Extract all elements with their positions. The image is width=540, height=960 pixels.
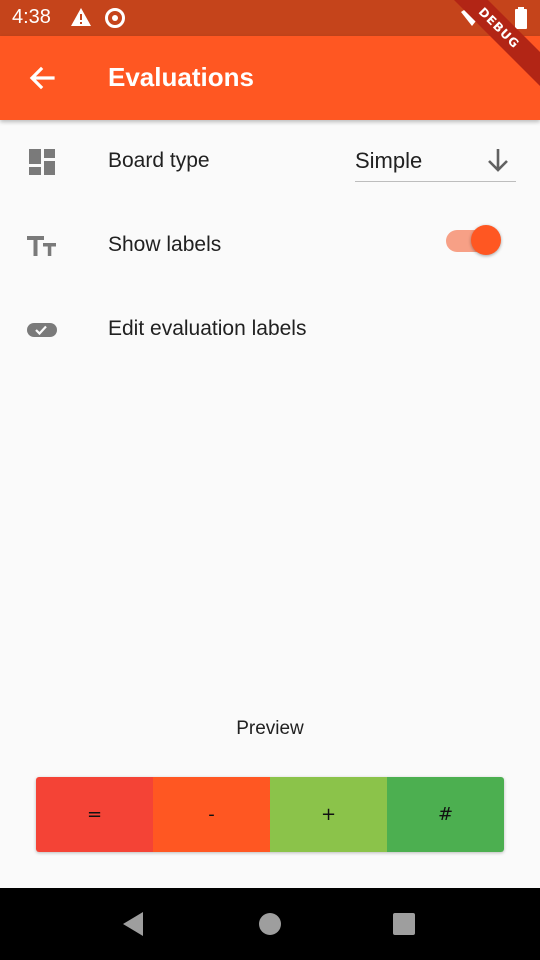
toggle-thumb bbox=[471, 225, 501, 255]
app-bar: Evaluations bbox=[0, 36, 540, 120]
edit-labels-label: Edit evaluation labels bbox=[108, 317, 307, 340]
show-labels-label: Show labels bbox=[108, 233, 222, 256]
arrow-down-icon bbox=[488, 149, 508, 172]
preview-cell-equal: = bbox=[36, 777, 153, 852]
preview-cell-plus: + bbox=[270, 777, 387, 852]
preview-cell-hash: # bbox=[387, 777, 504, 852]
preview-title: Preview bbox=[236, 718, 304, 739]
preview-cell-minus: - bbox=[153, 777, 270, 852]
board-type-dropdown[interactable]: Simple bbox=[355, 144, 516, 182]
navigation-bar bbox=[0, 888, 540, 960]
show-labels-row: Show labels bbox=[0, 204, 540, 288]
back-arrow-icon[interactable] bbox=[22, 56, 62, 100]
recents-square-icon[interactable] bbox=[389, 910, 419, 938]
board-type-row: Board type Simple bbox=[0, 120, 540, 204]
battery-icon bbox=[515, 7, 527, 29]
show-labels-toggle[interactable] bbox=[446, 222, 502, 262]
text-fields-icon bbox=[27, 236, 56, 256]
preview-board: = - + # bbox=[36, 777, 504, 852]
page-title: Evaluations bbox=[108, 62, 254, 92]
warning-icon bbox=[71, 8, 91, 26]
dashboard-icon bbox=[29, 149, 55, 175]
back-triangle-icon[interactable] bbox=[119, 910, 149, 938]
board-type-label: Board type bbox=[108, 149, 210, 172]
board-type-value: Simple bbox=[355, 148, 423, 173]
blocked-icon bbox=[105, 8, 125, 28]
home-circle-icon[interactable] bbox=[255, 910, 285, 938]
status-time: 4:38 bbox=[12, 6, 51, 28]
label-check-icon bbox=[27, 323, 57, 337]
edit-evaluation-labels-row[interactable]: Edit evaluation labels bbox=[0, 288, 540, 372]
screen: 4:38 DEBUG Evaluations Board type Simple… bbox=[0, 0, 540, 960]
